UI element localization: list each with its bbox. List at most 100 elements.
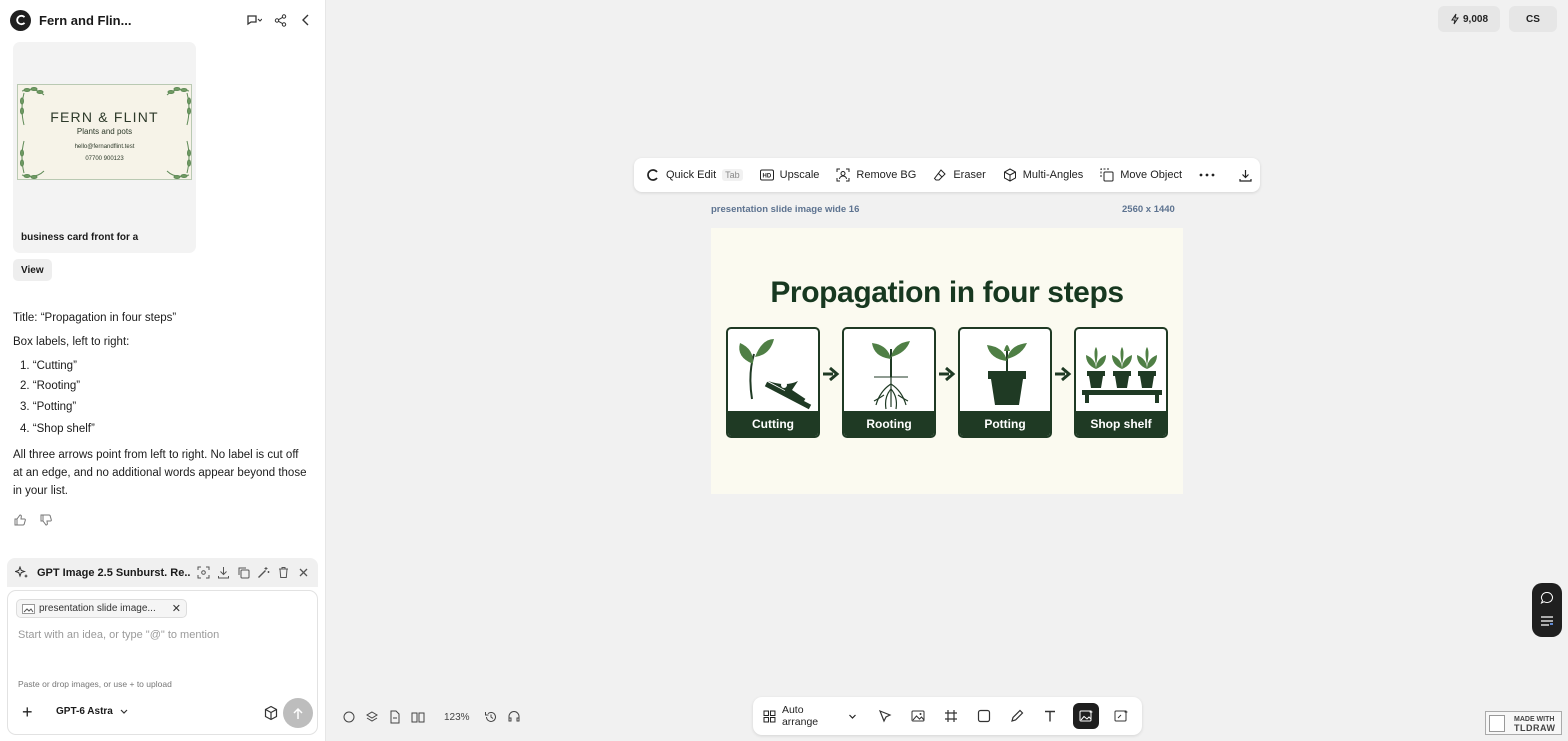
model-label: GPT-6 Astra: [56, 706, 113, 717]
cube-icon[interactable]: [263, 705, 279, 721]
step-label: Rooting: [844, 411, 934, 436]
eraser-button[interactable]: Eraser: [933, 168, 986, 182]
canvas-left-tools: 123%: [342, 710, 530, 724]
view-button[interactable]: View: [13, 259, 52, 281]
step-box-potting: Potting: [958, 327, 1052, 438]
arrow-up-icon: [293, 707, 303, 719]
chat-bubble-icon: [1540, 591, 1553, 605]
quick-edit-shortcut: Tab: [722, 169, 743, 181]
card-caption: business card front for a: [21, 232, 139, 243]
business-card-subtitle: Plants and pots: [76, 127, 133, 136]
rectangle-tool-icon[interactable]: [974, 706, 994, 726]
image-upload-icon[interactable]: [908, 706, 928, 726]
attachment-chip[interactable]: presentation slide image... ✕: [16, 599, 187, 618]
step-label: Shop shelf: [1076, 411, 1166, 436]
list-text: “Rooting”: [32, 380, 81, 392]
more-options-icon[interactable]: [1199, 173, 1221, 177]
app-logo-icon[interactable]: [10, 9, 31, 31]
tldraw-line2: TLDRAW: [1514, 723, 1556, 733]
multi-angles-button[interactable]: Multi-Angles: [1003, 168, 1083, 182]
prompt-input[interactable]: Start with an idea, or type "@" to menti…: [18, 629, 219, 641]
trash-icon[interactable]: [277, 566, 290, 579]
remove-attachment-icon[interactable]: ✕: [172, 602, 181, 615]
sparkles-icon: [15, 565, 28, 578]
step-box-rooting: Rooting: [842, 327, 936, 438]
list-number: 1.: [20, 360, 30, 372]
step-box-cutting: Cutting: [726, 327, 820, 438]
download-icon[interactable]: [217, 566, 230, 579]
list-lines-icon: [1541, 616, 1553, 626]
eraser-icon: [934, 169, 947, 181]
move-object-button[interactable]: Move Object: [1100, 168, 1182, 182]
magic-wand-icon[interactable]: [257, 566, 270, 579]
arrow-right-icon: [939, 366, 956, 382]
list-item: 3. “Potting”: [20, 401, 76, 413]
list-item: 1. “Cutting”: [20, 360, 77, 372]
chat-panel-toggle[interactable]: [1532, 583, 1562, 637]
close-icon[interactable]: [297, 566, 310, 579]
credits-badge[interactable]: 9,008: [1438, 6, 1500, 32]
book-icon[interactable]: [411, 710, 425, 724]
text-tool-icon[interactable]: [1040, 706, 1060, 726]
list-number: 3.: [20, 401, 30, 413]
list-text: “Shop shelf”: [32, 423, 95, 435]
focus-icon[interactable]: [197, 566, 210, 579]
potting-illustration-icon: [987, 343, 1027, 405]
history-icon[interactable]: [484, 710, 498, 724]
auto-arrange-button[interactable]: Auto arrange: [763, 704, 857, 728]
step-label: Potting: [960, 411, 1050, 436]
generated-image-card[interactable]: FERN & FLINT Plants and pots hello@ferna…: [13, 42, 196, 253]
zoom-level[interactable]: 123%: [444, 712, 470, 723]
message-box-intro: Box labels, left to right:: [13, 336, 130, 348]
image-name-label: presentation slide image wide 16: [711, 204, 860, 215]
upload-hint: Paste or drop images, or use + to upload: [18, 679, 172, 689]
arrow-right-icon: [823, 366, 840, 382]
message-closing: All three arrows point from left to righ…: [13, 449, 307, 497]
image-dimensions-label: 2560 x 1440: [1122, 204, 1175, 215]
slide-image[interactable]: Propagation in four steps Cutting Rootin…: [711, 228, 1183, 494]
step-box-shop-shelf: Shop shelf: [1074, 327, 1168, 438]
pencil-tool-icon[interactable]: [1007, 706, 1027, 726]
collapse-sidebar-icon[interactable]: [296, 10, 316, 30]
tldraw-logo-icon: [1489, 715, 1505, 732]
message-title-line: Title: “Propagation in four steps”: [13, 312, 177, 324]
remove-bg-label: Remove BG: [856, 169, 917, 181]
prompt-composer[interactable]: presentation slide image... ✕ Start with…: [7, 590, 318, 735]
project-title[interactable]: Fern and Flin...: [39, 13, 238, 28]
slide-title: Propagation in four steps: [770, 276, 1124, 309]
lightning-icon: [1451, 13, 1459, 25]
move-object-label: Move Object: [1120, 169, 1183, 181]
model-selector[interactable]: GPT-6 Astra: [56, 706, 129, 717]
file-icon[interactable]: [388, 710, 402, 724]
quick-edit-icon: [647, 169, 658, 181]
user-avatar[interactable]: CS: [1509, 6, 1557, 32]
credits-count: 9,008: [1462, 13, 1489, 25]
made-with-tldraw-badge[interactable]: MADE WITH TLDRAW: [1485, 711, 1562, 735]
business-card-phone: 07700 900123: [85, 156, 124, 162]
chevron-down-icon: [120, 709, 128, 714]
upscale-button[interactable]: HD Upscale: [759, 169, 819, 181]
select-tool-icon[interactable]: [875, 706, 895, 726]
attachment-label: presentation slide image...: [39, 603, 156, 614]
image-generate-tool-icon[interactable]: [1073, 703, 1099, 729]
send-button[interactable]: [283, 698, 313, 728]
layers-icon[interactable]: [365, 710, 379, 724]
business-card-title: FERN & FLINT: [50, 109, 159, 125]
thumbs-up-icon[interactable]: [14, 513, 28, 527]
download-image-icon[interactable]: [1239, 169, 1258, 182]
add-upload-icon[interactable]: +: [22, 702, 33, 723]
thumbs-down-icon[interactable]: [40, 513, 54, 527]
cutting-illustration-icon: [739, 339, 812, 410]
ai-edit-tool-icon[interactable]: [1112, 706, 1132, 726]
sidebar: Fern and Flin... FERN & FLINT Plants and…: [0, 0, 326, 741]
copy-icon[interactable]: [237, 566, 250, 579]
frame-tool-icon[interactable]: [941, 706, 961, 726]
business-card-thumbnail: FERN & FLINT Plants and pots hello@ferna…: [17, 84, 192, 180]
circle-tool-icon[interactable]: [342, 710, 356, 724]
chat-history-icon[interactable]: [244, 10, 264, 30]
headset-icon[interactable]: [507, 710, 521, 724]
list-number: 4.: [20, 423, 30, 435]
share-icon[interactable]: [270, 10, 290, 30]
quick-edit-button[interactable]: Quick Edit Tab: [646, 168, 743, 182]
remove-bg-button[interactable]: Remove BG: [836, 168, 916, 182]
